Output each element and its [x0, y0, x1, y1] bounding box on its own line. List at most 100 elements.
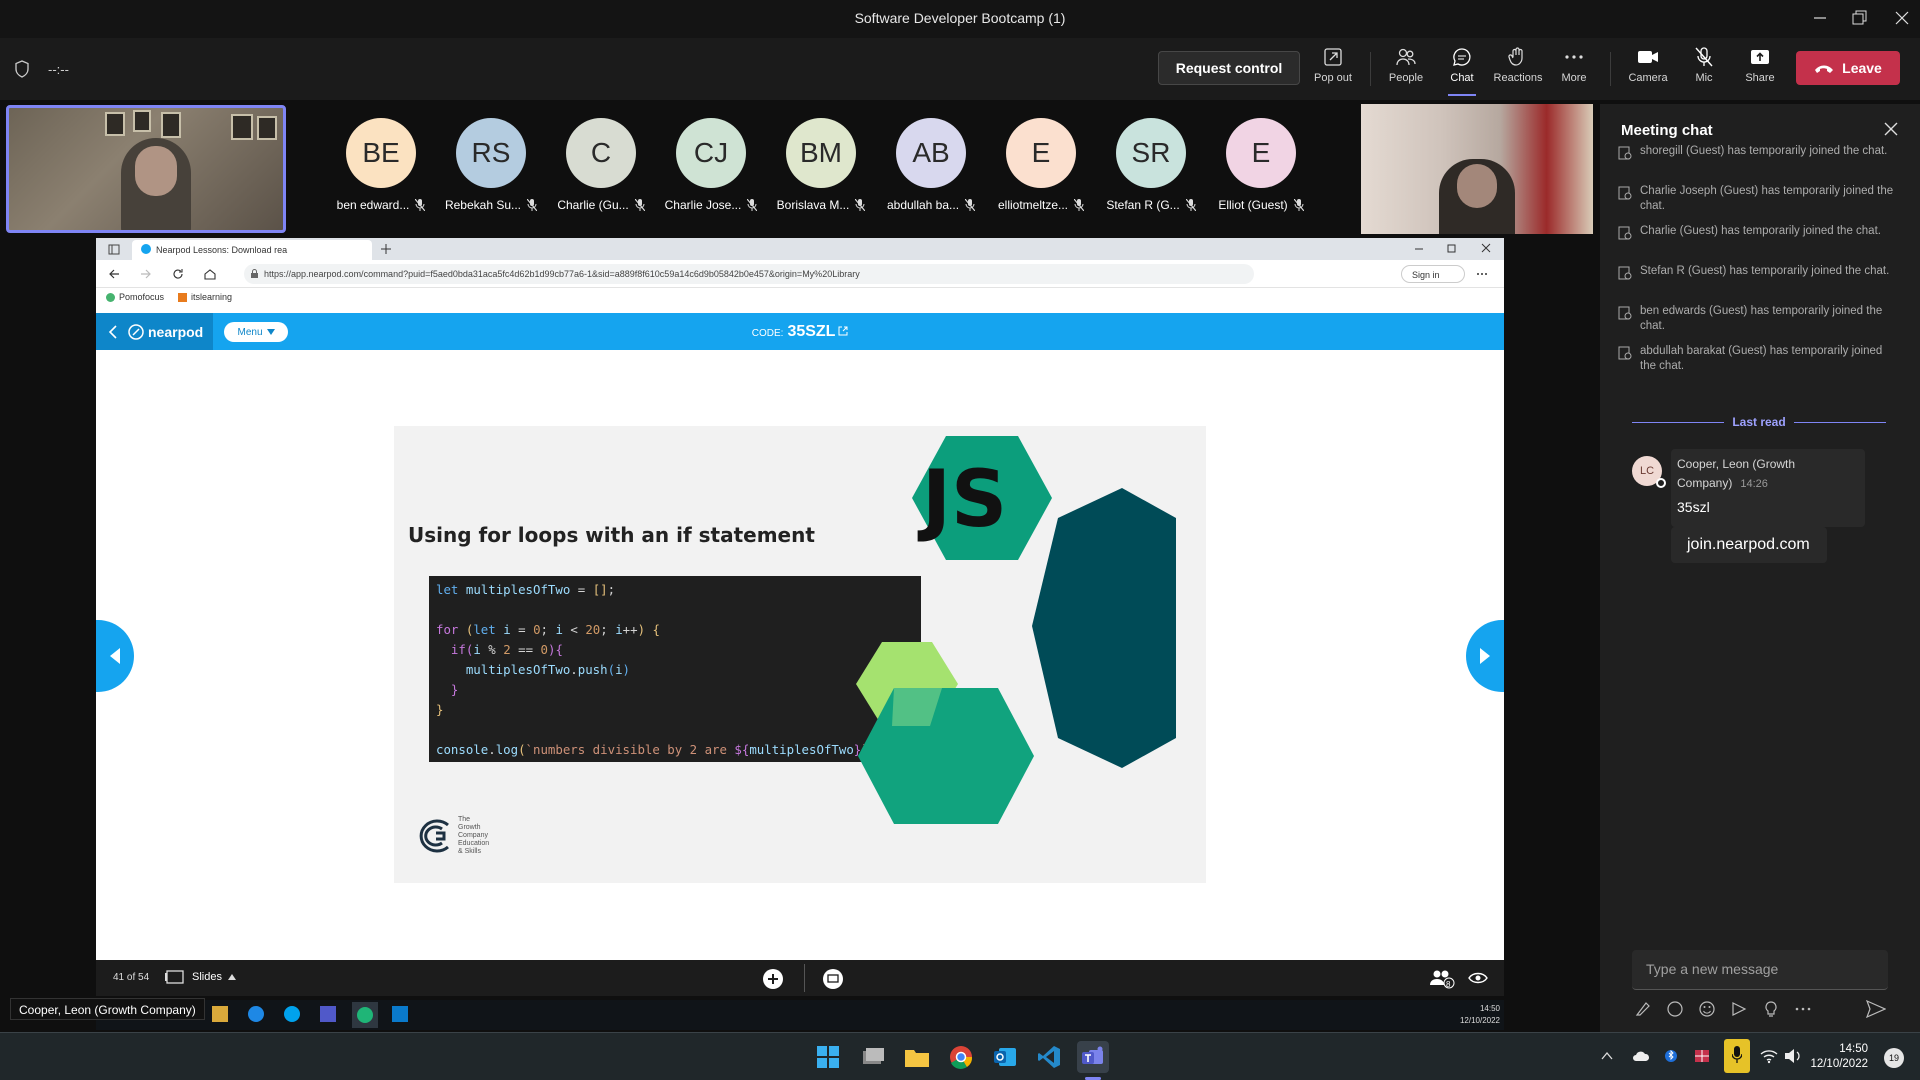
system-message-text: abdullah barakat (Guest) has temporarily…: [1640, 345, 1883, 372]
participant-tile[interactable]: BE ben edward...: [326, 118, 436, 212]
mic-in-use-indicator[interactable]: [1724, 1039, 1750, 1073]
participant-face: [1457, 164, 1497, 208]
back-icon[interactable]: [108, 268, 120, 280]
share-button[interactable]: Share: [1730, 46, 1790, 96]
participant-tile[interactable]: CJ Charlie Jose...: [656, 118, 766, 212]
emoji-icon[interactable]: [1698, 1000, 1716, 1018]
participant-tile[interactable]: Eelliotmeltze...: [986, 118, 1096, 212]
teams-icon: [320, 1006, 336, 1022]
mic-button[interactable]: Mic: [1674, 46, 1734, 96]
home-icon[interactable]: [204, 268, 216, 280]
participant-tile[interactable]: RS Rebekah Su...: [436, 118, 546, 212]
favorite-itslearning[interactable]: itslearning: [178, 292, 232, 303]
slides-toggle[interactable]: Slides: [164, 969, 236, 985]
participant-tile[interactable]: AB abdullah ba...: [876, 118, 986, 212]
browser-restore-icon[interactable]: [1447, 243, 1457, 253]
leave-label: Leave: [1842, 60, 1882, 76]
whiteboard-icon[interactable]: [822, 968, 844, 990]
participant-name: elliotmeltze...: [986, 198, 1096, 212]
loop-component-icon[interactable]: [1666, 1000, 1684, 1018]
chat-message-link[interactable]: join.nearpod.com: [1671, 527, 1827, 563]
browser-tab[interactable]: Nearpod Lessons: Download rea: [132, 240, 372, 260]
gif-icon[interactable]: [1730, 1000, 1748, 1018]
participant-video-tile[interactable]: [1361, 104, 1593, 234]
participant-tile[interactable]: BM Borislava M...: [766, 118, 876, 212]
presenter-name-tooltip: Cooper, Leon (Growth Company): [10, 998, 205, 1020]
chrome-button[interactable]: [945, 1041, 977, 1073]
inner-clock: 14:50 12/10/2022: [1460, 1003, 1500, 1027]
chat-button[interactable]: Chat: [1432, 46, 1492, 96]
popout-button[interactable]: Pop out: [1303, 46, 1363, 96]
system-message-text: Charlie Joseph (Guest) has temporarily j…: [1640, 185, 1894, 212]
vscode-button[interactable]: [1033, 1041, 1065, 1073]
inner-date: 12/10/2022: [1459, 1016, 1500, 1025]
divider: [1610, 52, 1611, 86]
forward-icon[interactable]: [140, 268, 152, 280]
more-button[interactable]: More: [1544, 46, 1604, 96]
leave-button[interactable]: Leave: [1796, 51, 1900, 85]
shield-icon: [15, 60, 29, 78]
format-icon[interactable]: [1634, 1000, 1652, 1018]
slide-counter: 41 of 54: [113, 972, 150, 983]
next-slide-button[interactable]: [1466, 620, 1504, 692]
praise-icon[interactable]: [1762, 1000, 1780, 1018]
url-field[interactable]: https://app.nearpod.com/command?puid=f5a…: [244, 264, 1254, 284]
camera-button[interactable]: Camera: [1618, 46, 1678, 96]
minimize-icon[interactable]: [1810, 8, 1830, 28]
previous-slide-button[interactable]: [96, 620, 134, 692]
participant-name: Charlie (Gu...: [546, 198, 656, 212]
request-control-button[interactable]: Request control: [1158, 51, 1300, 85]
last-read-label: Last read: [1732, 415, 1786, 429]
participant-tile[interactable]: C Charlie (Gu...: [546, 118, 656, 212]
onedrive-icon[interactable]: [1632, 1049, 1650, 1063]
edge-active-slot: [352, 1002, 378, 1028]
arrow-left-icon: [110, 648, 120, 664]
students-icon[interactable]: [1429, 967, 1455, 989]
add-activity-icon[interactable]: [762, 968, 784, 990]
external-link-icon[interactable]: [838, 326, 848, 336]
notification-badge[interactable]: 19: [1884, 1048, 1904, 1068]
divider: [1370, 52, 1371, 86]
browser-minimize-icon[interactable]: [1414, 244, 1424, 254]
teams-button[interactable]: [1077, 1041, 1109, 1073]
bluetooth-icon[interactable]: [1665, 1047, 1677, 1065]
avatar: E: [1006, 118, 1076, 188]
security-icon[interactable]: [1694, 1047, 1710, 1065]
wifi-icon[interactable]: [1760, 1048, 1778, 1064]
new-tab-icon[interactable]: [380, 243, 392, 255]
browser-menu-icon[interactable]: [1476, 269, 1488, 279]
sign-in-label: Sign in: [1412, 270, 1440, 280]
more-options-icon[interactable]: [1794, 1000, 1812, 1018]
participant-tile[interactable]: E Elliot (Guest): [1206, 118, 1316, 212]
outlook-button[interactable]: [989, 1041, 1021, 1073]
reactions-button[interactable]: Reactions: [1488, 46, 1548, 96]
shared-screen-taskbar: 14:50 12/10/2022: [96, 1000, 1504, 1030]
refresh-icon[interactable]: [172, 268, 184, 280]
start-button[interactable]: [812, 1041, 844, 1073]
close-icon[interactable]: [1884, 122, 1898, 136]
microphone-icon: [1731, 1046, 1743, 1063]
participant-name: Elliot (Guest): [1206, 198, 1316, 212]
restore-icon[interactable]: [1849, 8, 1869, 28]
volume-icon[interactable]: [1784, 1048, 1802, 1064]
chat-message[interactable]: Cooper, Leon (Growth Company) 14:26 35szl: [1671, 449, 1865, 527]
close-icon[interactable]: [1892, 8, 1912, 28]
send-icon[interactable]: [1866, 1000, 1886, 1018]
tab-actions-icon[interactable]: [108, 244, 120, 255]
arrow-right-icon: [1480, 648, 1490, 664]
self-video-tile[interactable]: [6, 105, 286, 233]
chevron-up-icon[interactable]: [1601, 1051, 1613, 1061]
participant-tile[interactable]: SR Stefan R (G...: [1096, 118, 1206, 212]
system-clock[interactable]: 14:50 12/10/2022: [1808, 1042, 1868, 1072]
task-view-icon: [863, 1048, 884, 1064]
file-explorer-button[interactable]: [901, 1041, 933, 1073]
people-button[interactable]: People: [1376, 46, 1436, 96]
browser-close-icon[interactable]: [1481, 243, 1491, 253]
task-view-button[interactable]: [857, 1041, 889, 1073]
favorite-pomofocus[interactable]: Pomofocus: [106, 292, 164, 303]
sign-in-button[interactable]: Sign in: [1401, 265, 1465, 283]
eye-icon[interactable]: [1468, 970, 1488, 986]
folder-icon: [905, 1050, 929, 1067]
participant-name: Charlie Jose...: [656, 198, 766, 212]
message-input[interactable]: Type a new message: [1632, 950, 1888, 990]
